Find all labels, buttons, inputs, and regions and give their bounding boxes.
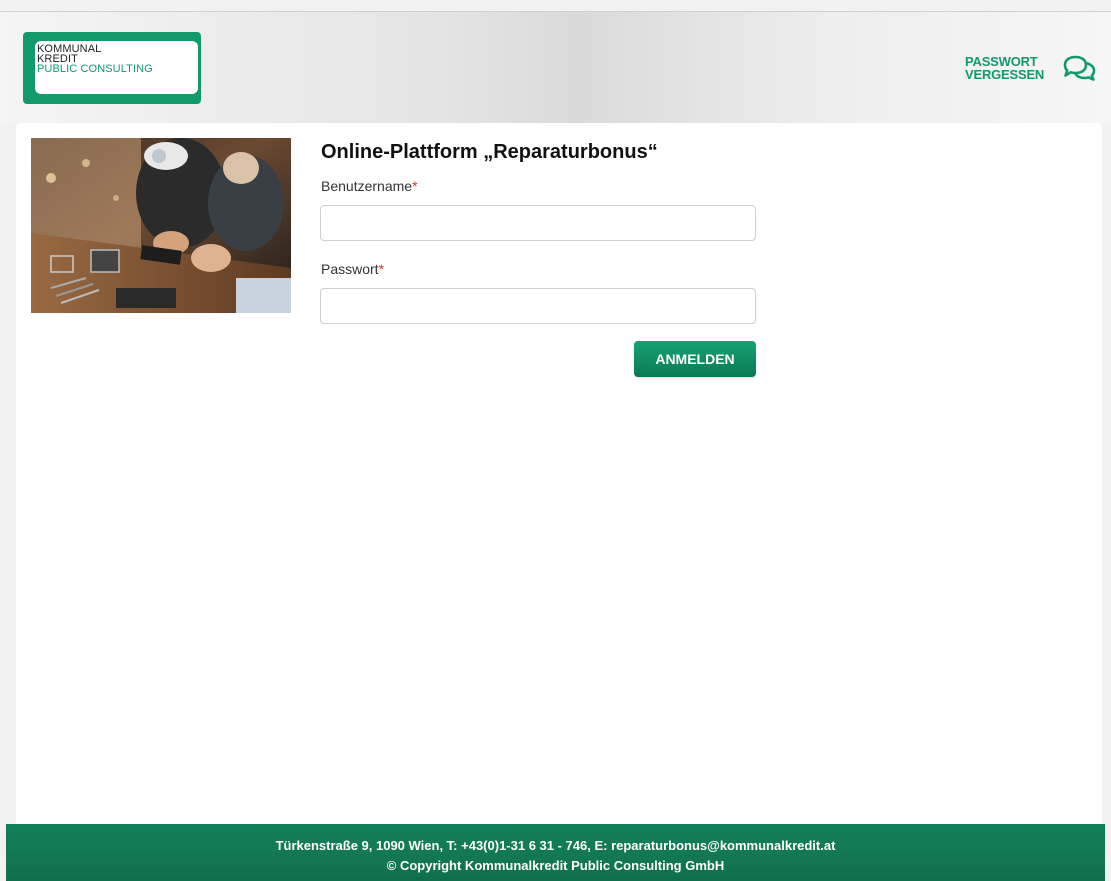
page-title: Online-Plattform „Reparaturbonus“ — [321, 141, 658, 163]
forgot-password-line-2: VERGESSEN — [965, 67, 1045, 82]
forgot-password-label: PASSWORT VERGESSEN — [965, 55, 1057, 81]
repair-workshop-photo — [31, 138, 291, 313]
footer-contact: Türkenstraße 9, 1090 Wien, T: +43(0)1-31… — [275, 838, 836, 853]
username-label: Benutzername* — [321, 178, 418, 194]
chat-bubbles-icon — [1063, 55, 1096, 81]
login-button[interactable]: ANMELDEN — [634, 341, 756, 377]
company-logo[interactable]: KOMMUNAL KREDIT PUBLIC CONSULTING — [23, 32, 201, 104]
logo-line-3: PUBLIC CONSULTING — [37, 63, 153, 75]
password-label: Passwort* — [321, 261, 384, 277]
site-header: KOMMUNAL KREDIT PUBLIC CONSULTING PASSWO… — [0, 12, 1111, 123]
login-card: Online-Plattform „Reparaturbonus“ Benutz… — [16, 123, 1102, 828]
forgot-password-link[interactable]: PASSWORT VERGESSEN — [965, 54, 1097, 82]
logo-text: KOMMUNAL KREDIT PUBLIC CONSULTING — [37, 44, 153, 75]
password-label-text: Passwort — [321, 261, 379, 277]
username-label-text: Benutzername — [321, 178, 413, 194]
page: KOMMUNAL KREDIT PUBLIC CONSULTING PASSWO… — [0, 0, 1111, 881]
site-footer: Türkenstraße 9, 1090 Wien, T: +43(0)1-31… — [6, 824, 1105, 881]
footer-copyright: © Copyright Kommunalkredit Public Consul… — [386, 858, 725, 873]
required-marker: * — [412, 178, 418, 194]
username-input[interactable] — [320, 205, 756, 241]
password-input[interactable] — [320, 288, 756, 324]
required-marker: * — [378, 261, 385, 277]
